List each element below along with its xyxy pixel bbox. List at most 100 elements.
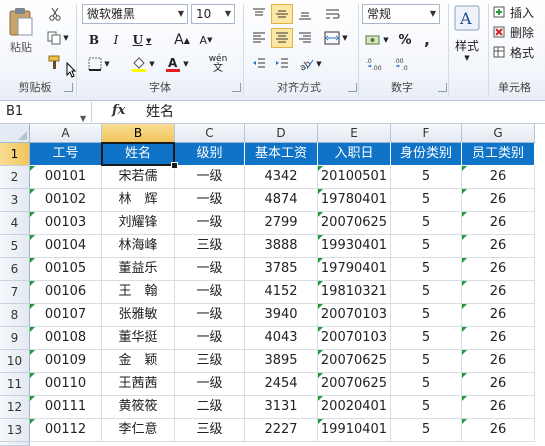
table-cell[interactable]: 26 (462, 350, 535, 373)
grow-font-button[interactable]: A ▲ (172, 30, 192, 50)
table-cell[interactable]: 5 (391, 166, 462, 189)
table-cell[interactable]: 26 (462, 281, 535, 304)
table-cell[interactable]: 26 (462, 396, 535, 419)
worksheet-grid[interactable]: A B C D E F G 1 工号 姓名 级别 基本工资 入职日 身份类别 员工类别 2 00101 宋若儒 一级… (0, 124, 545, 446)
table-cell[interactable]: 19930401 (318, 235, 391, 258)
align-right-button[interactable] (294, 28, 316, 48)
table-cell[interactable]: 5 (391, 350, 462, 373)
column-header[interactable]: F (391, 124, 462, 143)
table-cell[interactable]: 三级 (175, 350, 245, 373)
table-cell[interactable]: 二级 (175, 396, 245, 419)
table-cell[interactable]: 00108 (30, 327, 102, 350)
clipboard-dialog-launcher[interactable] (64, 83, 73, 92)
shrink-font-button[interactable]: A ▼ (196, 30, 216, 50)
borders-button[interactable]: ▼ (84, 54, 114, 74)
table-cell[interactable]: 00102 (30, 189, 102, 212)
row-header[interactable]: 4 (0, 212, 30, 235)
table-cell[interactable]: 3785 (245, 258, 318, 281)
column-header[interactable]: G (462, 124, 535, 143)
font-dialog-launcher[interactable] (232, 83, 241, 92)
number-format-select[interactable]: 常规 ▼ (362, 4, 440, 24)
table-cell[interactable]: 5 (391, 258, 462, 281)
bold-button[interactable]: B (84, 30, 104, 50)
header-cell[interactable]: 员工类别 (462, 143, 535, 166)
table-cell[interactable]: 00106 (30, 281, 102, 304)
orientation-button[interactable]: ab ▼ (296, 54, 324, 74)
align-left-button[interactable] (248, 28, 270, 48)
table-cell[interactable]: 张雅敏 (102, 304, 175, 327)
table-cell[interactable]: 3131 (245, 396, 318, 419)
table-cell[interactable]: 董益乐 (102, 258, 175, 281)
table-cell[interactable]: 一级 (175, 304, 245, 327)
table-cell[interactable]: 20070625 (318, 350, 391, 373)
percent-button[interactable]: % (396, 30, 414, 50)
select-all-button[interactable] (0, 124, 30, 143)
table-cell[interactable]: 2227 (245, 419, 318, 442)
table-cell[interactable]: 00110 (30, 373, 102, 396)
header-cell[interactable]: 基本工资 (245, 143, 318, 166)
table-cell[interactable]: 5 (391, 396, 462, 419)
paste-button[interactable]: 粘贴 (2, 2, 40, 60)
table-cell[interactable]: 刘耀锋 (102, 212, 175, 235)
table-cell[interactable]: 李仁意 (102, 419, 175, 442)
table-cell[interactable]: 26 (462, 258, 535, 281)
formula-input[interactable]: 姓名 (146, 102, 174, 122)
row-header[interactable]: 2 (0, 166, 30, 189)
table-cell[interactable]: 00109 (30, 350, 102, 373)
row-header[interactable]: 7 (0, 281, 30, 304)
column-header[interactable]: C (175, 124, 245, 143)
font-size-select[interactable]: 10 ▼ (191, 4, 235, 24)
table-cell[interactable]: 董华挺 (102, 327, 175, 350)
delete-cells-button[interactable]: 删除 (492, 22, 545, 42)
name-box[interactable]: B1 ▼ (0, 102, 92, 123)
table-cell[interactable]: 26 (462, 235, 535, 258)
column-header[interactable]: D (245, 124, 318, 143)
underline-button[interactable]: U ▼ (128, 30, 156, 50)
table-cell[interactable]: 19780401 (318, 189, 391, 212)
table-cell[interactable]: 26 (462, 212, 535, 235)
row-header[interactable]: 6 (0, 258, 30, 281)
table-cell[interactable]: 4874 (245, 189, 318, 212)
wrap-text-button[interactable] (320, 4, 346, 24)
table-cell[interactable]: 一级 (175, 258, 245, 281)
column-header[interactable]: B (102, 124, 175, 143)
table-cell[interactable]: 00105 (30, 258, 102, 281)
decrease-indent-button[interactable] (248, 54, 270, 74)
table-cell[interactable]: 20070103 (318, 304, 391, 327)
table-cell[interactable]: 5 (391, 419, 462, 442)
table-cell[interactable]: 20020401 (318, 396, 391, 419)
align-center-button[interactable] (271, 28, 293, 48)
table-cell[interactable]: 黄筱筱 (102, 396, 175, 419)
table-cell[interactable]: 一级 (175, 281, 245, 304)
table-cell[interactable]: 2799 (245, 212, 318, 235)
phonetic-button[interactable]: wén 文 (204, 54, 232, 74)
row-header[interactable]: 10 (0, 350, 30, 373)
accounting-format-button[interactable]: ▼ (362, 30, 392, 50)
row-header[interactable]: 3 (0, 189, 30, 212)
column-header[interactable]: A (30, 124, 102, 143)
table-cell[interactable]: 三级 (175, 235, 245, 258)
table-cell[interactable]: 26 (462, 166, 535, 189)
align-middle-button[interactable] (271, 4, 293, 24)
table-cell[interactable]: 00103 (30, 212, 102, 235)
table-cell[interactable]: 00107 (30, 304, 102, 327)
comma-button[interactable]: , (418, 30, 436, 50)
increase-indent-button[interactable] (271, 54, 293, 74)
table-cell[interactable]: 26 (462, 327, 535, 350)
row-header[interactable]: 9 (0, 327, 30, 350)
format-cells-button[interactable]: 格式 (492, 42, 545, 62)
table-cell[interactable]: 3888 (245, 235, 318, 258)
table-cell[interactable]: 3895 (245, 350, 318, 373)
copy-button[interactable]: ▼ (44, 28, 72, 48)
header-cell[interactable]: 姓名 (102, 143, 175, 166)
styles-button[interactable]: A 样式 ▼ (450, 2, 484, 64)
table-cell[interactable]: 5 (391, 235, 462, 258)
increase-decimal-button[interactable]: .0 .00 (364, 54, 388, 74)
table-cell[interactable]: 3940 (245, 304, 318, 327)
table-cell[interactable]: 20070103 (318, 327, 391, 350)
table-cell[interactable]: 宋若儒 (102, 166, 175, 189)
align-top-button[interactable] (248, 4, 270, 24)
row-header[interactable]: 8 (0, 304, 30, 327)
row-header[interactable]: 1 (0, 143, 30, 166)
insert-function-button[interactable]: fx (112, 103, 125, 118)
